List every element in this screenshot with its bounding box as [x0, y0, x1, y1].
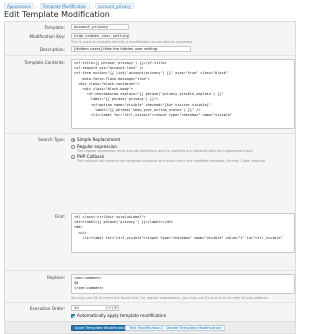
increment-button[interactable]: +: [113, 305, 119, 311]
save-button[interactable]: Save Template Modification: [71, 325, 132, 331]
section-divider: [5, 133, 295, 134]
template-contents-viewer[interactable]: <xf:title>{{ phrase('privacy') }}</xf:ti…: [71, 59, 295, 129]
radio-selected-icon[interactable]: [71, 137, 75, 142]
execution-order-label: Execution Order:: [29, 306, 65, 311]
find-textarea[interactable]: <dl class="ctrlUnit surplusLabel"> <dt><…: [71, 213, 295, 253]
test-modification-button[interactable]: Test Modification: [125, 325, 165, 331]
regex-hint: The regular expression must include deli…: [77, 149, 254, 153]
execution-order-stepper: 10 − +: [71, 305, 119, 311]
breadcrumb-item[interactable]: account_privacy: [95, 2, 134, 9]
description-label: Description:: [39, 47, 65, 52]
breadcrumb-item[interactable]: Appearance: [4, 2, 35, 9]
template-input[interactable]: account_privacy: [71, 24, 129, 30]
page-title: Edit Template Modification: [4, 10, 110, 19]
auto-apply-label: Automatically apply template modificatio…: [77, 313, 167, 318]
code-line: </xen:comment>: [74, 286, 104, 291]
breadcrumb-item[interactable]: Template Modification: [39, 2, 90, 9]
replace-textarea[interactable]: <xen:comment> $0 </xen:comment>: [71, 274, 295, 294]
template-modification-form: Template: account_privacy Modification K…: [4, 21, 296, 334]
breadcrumb-separator-icon: ›: [36, 3, 38, 8]
template-label: Template:: [44, 25, 65, 30]
form-actions-bar: Save Template Modification Test Modifica…: [5, 321, 295, 333]
section-divider: [5, 302, 295, 303]
auto-apply-checkbox[interactable]: Automatically apply template modificatio…: [71, 313, 166, 318]
code-line: <li><label for="ctrl_visible"><input typ…: [74, 113, 233, 118]
checkbox-checked-icon[interactable]: [71, 313, 75, 318]
find-label: Find:: [55, 214, 65, 219]
breadcrumb: Appearance › Template Modification › acc…: [4, 2, 134, 9]
search-type-simple-option[interactable]: Simple Replacement: [71, 137, 120, 142]
section-divider: [5, 55, 295, 56]
delete-button[interactable]: Delete Template Modification: [162, 325, 226, 331]
breadcrumb-separator-icon: ›: [91, 3, 94, 8]
modification-key-hint: This is used to uniquely identify a modi…: [71, 40, 194, 44]
radio-label: Simple Replacement: [77, 137, 121, 142]
replace-label: Replace:: [47, 275, 65, 280]
modification-key-label: Modification Key:: [29, 34, 65, 39]
code-line: <li><label for="ctrl_visible"><input typ…: [74, 235, 283, 240]
radio-icon[interactable]: [71, 144, 75, 149]
callback-hint: The callback will receive the template c…: [77, 159, 266, 163]
execution-order-input[interactable]: 10: [71, 305, 107, 311]
modification-key-input[interactable]: hide_hidden_user_setting: [71, 33, 129, 39]
search-type-label: Search Type:: [38, 137, 65, 142]
radio-icon[interactable]: [71, 154, 75, 159]
section-divider: [5, 270, 295, 271]
replace-hint: You may use $0 to insert the found text.…: [71, 296, 269, 300]
description-input[interactable]: [Hidden users] Hide the hidden user sett…: [71, 46, 191, 52]
template-contents-label: Template Contents:: [24, 60, 65, 65]
